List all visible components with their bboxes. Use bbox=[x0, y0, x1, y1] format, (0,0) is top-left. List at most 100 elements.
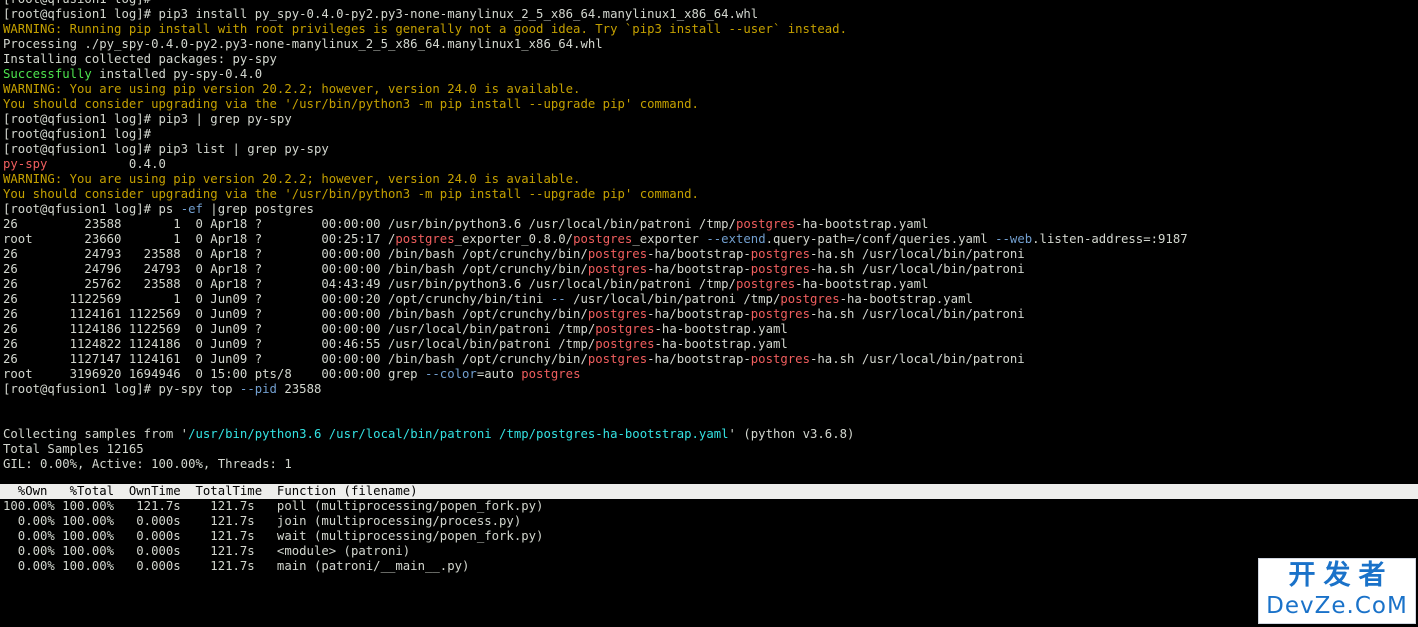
terminal-text-segment: -ha-bootstrap.yaml bbox=[654, 322, 788, 336]
terminal-text-segment: root 3196920 1694946 0 15:00 pts/8 00:00… bbox=[3, 367, 425, 381]
terminal-line: [root@qfusion1 log]# pip3 list | grep py… bbox=[3, 142, 1418, 157]
pyspy-table-row: 0.00% 100.00% 0.000s 121.7s <module> (pa… bbox=[3, 544, 411, 558]
terminal-text-segment: -ha.sh /usr/local/bin/patroni bbox=[810, 262, 1025, 276]
terminal-text-segment: 26 24793 23588 0 Apr18 ? 00:00:00 /bin/b… bbox=[3, 247, 588, 261]
terminal-line: py-spy 0.4.0 bbox=[3, 157, 1418, 172]
terminal-text-segment: postgres bbox=[595, 322, 655, 336]
terminal-text-segment: postgres bbox=[735, 277, 796, 291]
terminal-text-segment: -ha-bootstrap.yaml bbox=[795, 277, 929, 291]
terminal-line: Installing collected packages: py-spy bbox=[3, 52, 1418, 67]
terminal-text-segment: postgres bbox=[521, 367, 581, 381]
terminal-text-segment: -ha.sh /usr/local/bin/patroni bbox=[810, 247, 1025, 261]
pyspy-table: 100.00% 100.00% 121.7s 121.7s poll (mult… bbox=[3, 499, 543, 574]
terminal-line: Collecting samples from '/usr/bin/python… bbox=[3, 427, 1418, 442]
terminal-text-segment: You should consider upgrading via the '/… bbox=[3, 97, 699, 111]
terminal-text-segment: postgres bbox=[587, 352, 648, 366]
terminal-text-segment: Processing ./py_spy-0.4.0-py2.py3-none-m… bbox=[3, 37, 603, 51]
terminal-text-segment: |grep postgres bbox=[202, 202, 314, 216]
terminal-line: GIL: 0.00%, Active: 100.00%, Threads: 1 bbox=[3, 457, 1418, 472]
terminal-output: [root@qfusion1 log]#[root@qfusion1 log]#… bbox=[3, 0, 1418, 472]
terminal-text-segment: [root@qfusion1 log]# py-spy top bbox=[3, 382, 240, 396]
terminal-line: 26 1124822 1124186 0 Jun09 ? 00:46:55 /u… bbox=[3, 337, 1418, 352]
terminal-line: You should consider upgrading via the '/… bbox=[3, 187, 1418, 202]
terminal-text-segment: postgres bbox=[750, 247, 810, 261]
terminal-text-segment: _exporter bbox=[632, 232, 707, 246]
terminal-text-segment: -ha.sh /usr/local/bin/patroni bbox=[810, 307, 1025, 321]
terminal-text-segment: WARNING: Running pip install with root p… bbox=[3, 22, 847, 36]
terminal-line: 26 24793 23588 0 Apr18 ? 00:00:00 /bin/b… bbox=[3, 247, 1418, 262]
terminal-text-segment: postgres bbox=[587, 307, 648, 321]
terminal-text-segment: 26 1127147 1124161 0 Jun09 ? 00:00:00 /b… bbox=[3, 352, 588, 366]
terminal-text-segment: -ha.sh /usr/local/bin/patroni bbox=[810, 352, 1025, 366]
terminal-text-segment: postgres bbox=[587, 247, 648, 261]
terminal-text-segment: WARNING: You are using pip version 20.2.… bbox=[3, 82, 581, 96]
terminal-text-segment: postgres bbox=[573, 232, 633, 246]
terminal-text-segment: --color bbox=[425, 367, 477, 381]
terminal-line: Processing ./py_spy-0.4.0-py2.py3-none-m… bbox=[3, 37, 1418, 52]
terminal-line: 26 24796 24793 0 Apr18 ? 00:00:00 /bin/b… bbox=[3, 262, 1418, 277]
terminal-text-segment: 23588 bbox=[276, 382, 322, 396]
terminal-line: 26 23588 1 0 Apr18 ? 00:00:00 /usr/bin/p… bbox=[3, 217, 1418, 232]
terminal-text-segment: You should consider upgrading via the '/… bbox=[3, 187, 699, 201]
terminal-text-segment: [root@qfusion1 log]# pip3 list | grep py… bbox=[3, 142, 329, 156]
pyspy-table-row: 100.00% 100.00% 121.7s 121.7s poll (mult… bbox=[3, 499, 544, 513]
terminal-text-segment: root 23660 1 0 Apr18 ? 00:25:17 / bbox=[3, 232, 396, 246]
terminal-line: 26 1122569 1 0 Jun09 ? 00:00:20 /opt/cru… bbox=[3, 292, 1418, 307]
terminal-text-segment: [root@qfusion1 log]# pip3 | grep py-spy bbox=[3, 112, 292, 126]
terminal-line: You should consider upgrading via the '/… bbox=[3, 97, 1418, 112]
terminal-text-segment: --pid bbox=[239, 382, 277, 396]
terminal-text-segment: installed py-spy-0.4.0 bbox=[91, 67, 263, 81]
terminal-text-segment: -ef bbox=[180, 202, 203, 216]
terminal-line: 26 1127147 1124161 0 Jun09 ? 00:00:00 /b… bbox=[3, 352, 1418, 367]
terminal-line: Total Samples 12165 bbox=[3, 442, 1418, 457]
terminal-line: [root@qfusion1 log]# bbox=[3, 127, 1418, 142]
terminal-text-segment: 26 23588 1 0 Apr18 ? 00:00:00 /usr/bin/p… bbox=[3, 217, 736, 231]
watermark-logo: 开发者 DevZe.CoM bbox=[1258, 558, 1416, 624]
terminal-line: [root@qfusion1 log]# py-spy top --pid 23… bbox=[3, 382, 1418, 397]
terminal-text-segment: py-spy bbox=[3, 157, 48, 171]
terminal-text-segment: .query-path=/conf/queries.yaml bbox=[765, 232, 996, 246]
terminal-text-segment: -ha-bootstrap.yaml bbox=[839, 292, 973, 306]
terminal-text-segment: =auto bbox=[476, 367, 522, 381]
terminal-text-segment: postgres bbox=[595, 337, 655, 351]
terminal-text-segment: postgres bbox=[750, 262, 810, 276]
pyspy-table-header: %Own %Total OwnTime TotalTime Function (… bbox=[3, 484, 418, 498]
watermark-bottom-text: DevZe.CoM bbox=[1266, 593, 1408, 619]
terminal-text-segment: 26 1124161 1122569 0 Jun09 ? 00:00:00 /b… bbox=[3, 307, 588, 321]
terminal-text-segment: postgres bbox=[780, 292, 840, 306]
terminal-window[interactable]: [root@qfusion1 log]#[root@qfusion1 log]#… bbox=[0, 0, 1418, 627]
terminal-text-segment: 26 25762 23588 0 Apr18 ? 04:43:49 /usr/b… bbox=[3, 277, 736, 291]
terminal-text-segment: -ha/bootstrap- bbox=[647, 247, 751, 261]
terminal-text-segment: .listen-address=:9187 bbox=[1032, 232, 1188, 246]
terminal-text-segment: postgres bbox=[750, 307, 810, 321]
terminal-text-segment: Total Samples 12165 bbox=[3, 442, 144, 456]
terminal-line: [root@qfusion1 log]# pip3 install py_spy… bbox=[3, 7, 1418, 22]
terminal-text-segment: postgres bbox=[395, 232, 455, 246]
terminal-text-segment: ' (python v3.6.8) bbox=[728, 427, 855, 441]
terminal-text-segment: Installing collected packages: py-spy bbox=[3, 52, 277, 66]
terminal-line: WARNING: Running pip install with root p… bbox=[3, 22, 1418, 37]
terminal-line: [root@qfusion1 log]# bbox=[3, 0, 1418, 7]
terminal-text-segment: 26 1124822 1124186 0 Jun09 ? 00:46:55 /u… bbox=[3, 337, 596, 351]
terminal-text-segment: Collecting samples from ' bbox=[3, 427, 189, 441]
terminal-text-segment: -ha-bootstrap.yaml bbox=[654, 337, 788, 351]
terminal-line: 26 1124161 1122569 0 Jun09 ? 00:00:00 /b… bbox=[3, 307, 1418, 322]
terminal-text-segment: -ha/bootstrap- bbox=[647, 352, 751, 366]
pyspy-table-row: 0.00% 100.00% 0.000s 121.7s join (multip… bbox=[3, 514, 522, 528]
terminal-line: 26 25762 23588 0 Apr18 ? 04:43:49 /usr/b… bbox=[3, 277, 1418, 292]
terminal-text-segment: _exporter_0.8.0/ bbox=[454, 232, 574, 246]
terminal-text-segment: postgres bbox=[750, 352, 810, 366]
terminal-text-segment: 26 24796 24793 0 Apr18 ? 00:00:00 /bin/b… bbox=[3, 262, 588, 276]
terminal-text-segment: /usr/bin/python3.6 /usr/local/bin/patron… bbox=[188, 427, 729, 441]
terminal-text-segment: Successfully bbox=[3, 67, 92, 81]
terminal-text-segment: GIL: 0.00%, Active: 100.00%, Threads: 1 bbox=[3, 457, 292, 471]
terminal-line: root 3196920 1694946 0 15:00 pts/8 00:00… bbox=[3, 367, 1418, 382]
terminal-text-segment: postgres bbox=[587, 262, 648, 276]
terminal-text-segment: [root@qfusion1 log]# bbox=[3, 0, 151, 6]
terminal-text-segment: -ha-bootstrap.yaml bbox=[795, 217, 929, 231]
terminal-text-segment: --extend bbox=[706, 232, 766, 246]
terminal-line: 26 1124186 1122569 0 Jun09 ? 00:00:00 /u… bbox=[3, 322, 1418, 337]
terminal-text-segment: -- bbox=[550, 292, 566, 306]
